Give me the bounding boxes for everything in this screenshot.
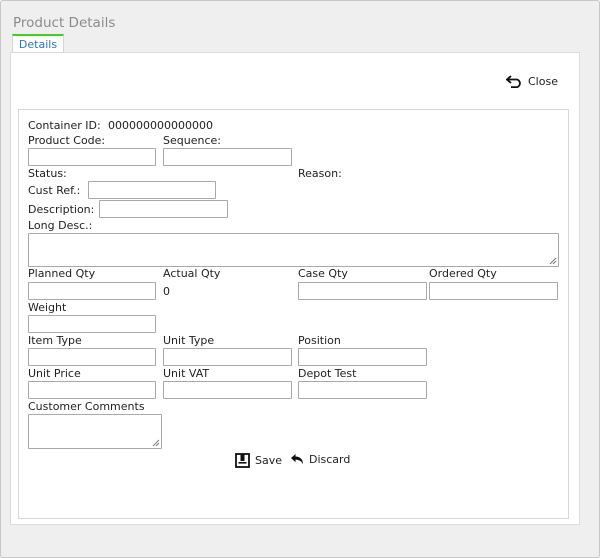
position-label: Position	[298, 334, 341, 347]
unit-vat-input[interactable]	[163, 381, 292, 399]
unit-price-label: Unit Price	[28, 367, 81, 380]
product-code-input[interactable]	[28, 148, 156, 166]
planned-qty-label: Planned Qty	[28, 267, 96, 280]
long-desc-textarea[interactable]	[28, 233, 559, 267]
customer-comments-label: Customer Comments	[28, 400, 145, 413]
description-label: Description:	[28, 203, 95, 216]
case-qty-label: Case Qty	[298, 267, 348, 280]
discard-label: Discard	[309, 453, 351, 466]
cust-ref-label: Cust Ref.:	[28, 184, 81, 197]
reason-label: Reason:	[298, 167, 342, 180]
weight-input[interactable]	[28, 315, 156, 333]
close-button[interactable]: Close	[506, 72, 558, 90]
actual-qty-label: Actual Qty	[163, 267, 221, 280]
save-icon	[235, 453, 250, 468]
ordered-qty-input[interactable]	[429, 282, 558, 300]
unit-type-input[interactable]	[163, 348, 292, 366]
actual-qty-value: 0	[163, 285, 170, 298]
unit-price-input[interactable]	[28, 381, 156, 399]
resize-grip-icon[interactable]	[152, 439, 160, 447]
reply-arrow-icon	[291, 454, 303, 465]
depot-test-input[interactable]	[298, 381, 427, 399]
product-details-window: Product Details Details Close Container …	[0, 0, 600, 558]
sequence-input[interactable]	[163, 148, 292, 166]
container-id-value: 000000000000000	[108, 119, 213, 132]
status-label: Status:	[28, 167, 67, 180]
sequence-label: Sequence:	[163, 134, 221, 147]
resize-grip-icon[interactable]	[549, 257, 557, 265]
case-qty-input[interactable]	[298, 282, 427, 300]
product-code-label: Product Code:	[28, 134, 106, 147]
save-button[interactable]: Save	[235, 453, 282, 468]
unit-type-label: Unit Type	[163, 334, 215, 347]
close-label: Close	[528, 74, 558, 88]
unit-vat-label: Unit VAT	[163, 367, 210, 380]
window-title: Product Details	[13, 15, 116, 31]
tab-details[interactable]: Details	[12, 34, 64, 54]
customer-comments-textarea[interactable]	[28, 414, 162, 449]
depot-test-label: Depot Test	[298, 367, 357, 380]
container-id-label: Container ID:	[28, 119, 101, 132]
discard-button[interactable]: Discard	[290, 453, 350, 466]
ordered-qty-label: Ordered Qty	[429, 267, 497, 280]
cust-ref-input[interactable]	[88, 181, 216, 199]
item-type-input[interactable]	[28, 348, 156, 366]
item-type-label: Item Type	[28, 334, 82, 347]
position-input[interactable]	[298, 348, 427, 366]
save-label: Save	[255, 454, 283, 467]
undo-arrow-icon	[506, 74, 521, 88]
weight-label: Weight	[28, 301, 67, 314]
planned-qty-input[interactable]	[28, 282, 156, 300]
description-input[interactable]	[99, 200, 228, 218]
long-desc-label: Long Desc.:	[28, 219, 93, 232]
